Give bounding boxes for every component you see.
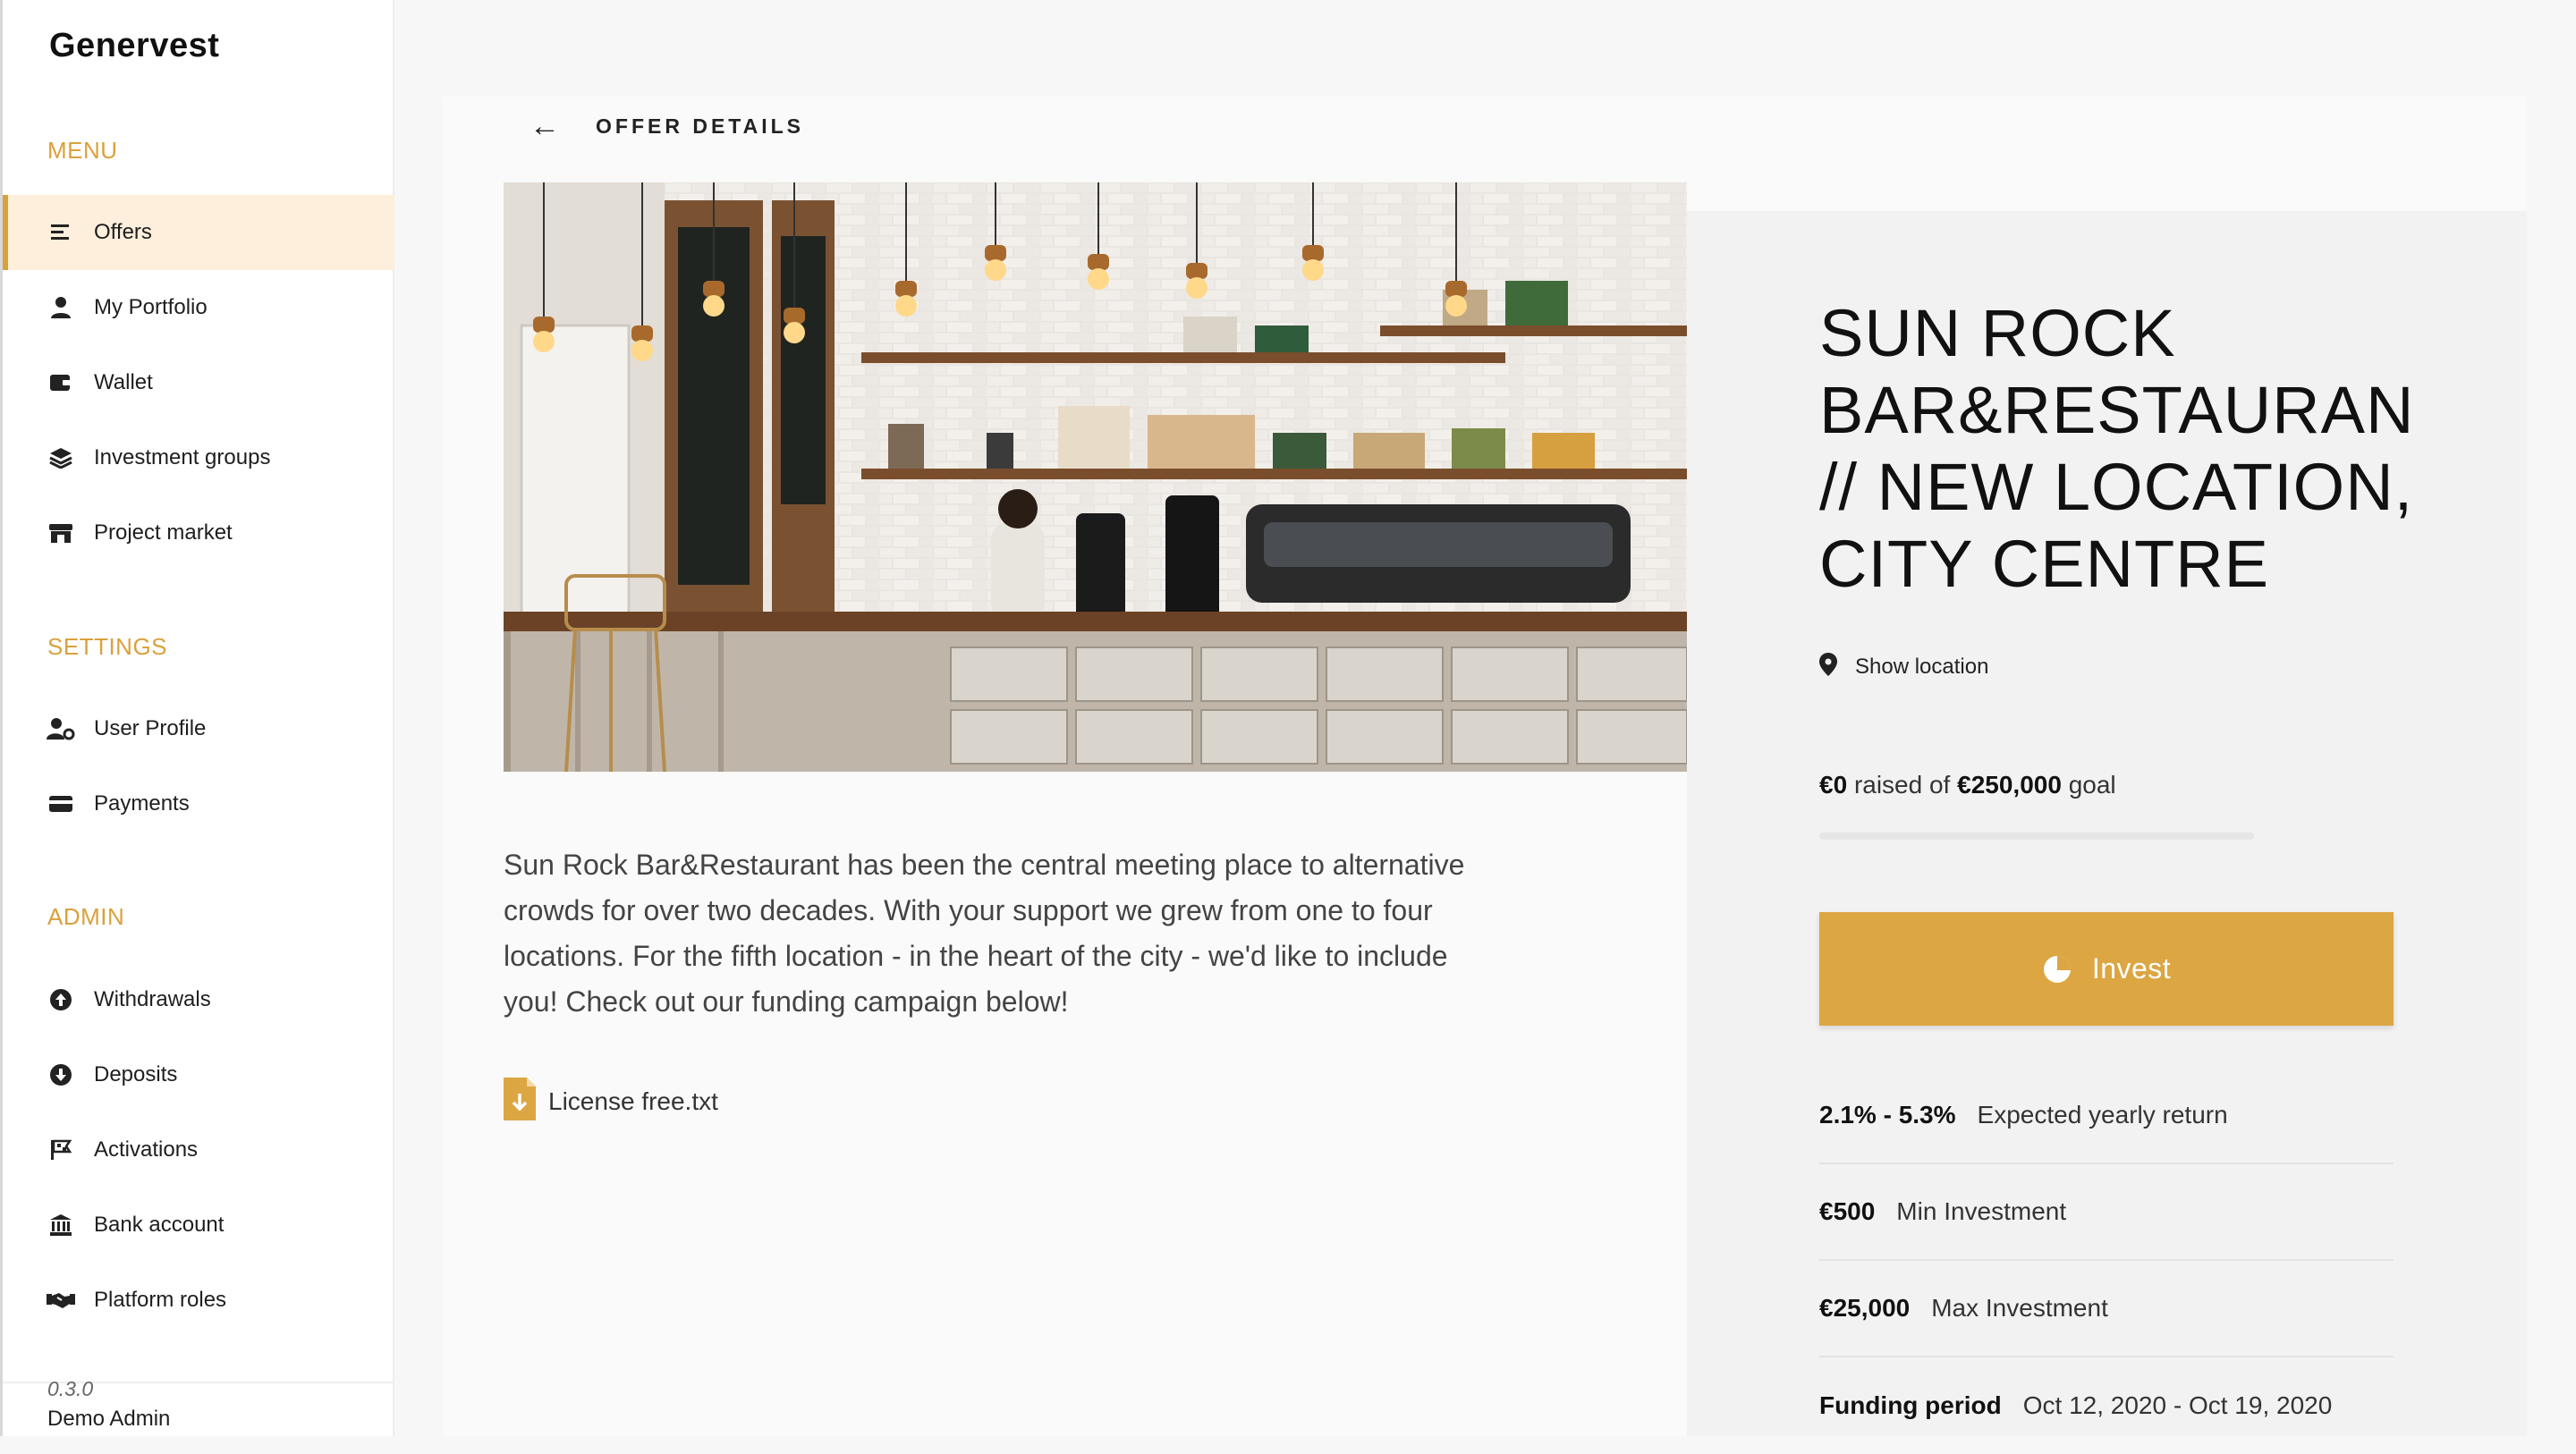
arrow-up-circle-icon: [46, 985, 76, 1015]
arrow-down-circle-icon: [46, 1060, 76, 1090]
back-arrow-icon[interactable]: ←: [530, 109, 560, 144]
flag-icon: [46, 1135, 76, 1165]
stat-max-investment: €25,000 Max Investment: [1819, 1261, 2394, 1357]
sidebar-item-withdrawals[interactable]: Withdrawals: [3, 962, 394, 1037]
sidebar-item-label: Wallet: [94, 370, 153, 394]
raised-text: raised of: [1853, 771, 1951, 799]
stat-value: €25,000: [1819, 1294, 1911, 1322]
goal-text: goal: [2068, 771, 2116, 799]
funding-progress-bar: [1819, 833, 2254, 840]
current-user-name[interactable]: Demo Admin: [47, 1407, 170, 1432]
raised-amount: €0: [1819, 771, 1848, 799]
invest-button[interactable]: Invest: [1819, 912, 2394, 1026]
sidebar-item-label: Platform roles: [94, 1288, 227, 1312]
sidebar-item-payments[interactable]: Payments: [3, 766, 394, 841]
handshake-icon: [46, 1285, 76, 1315]
sidebar-item-my-portfolio[interactable]: My Portfolio: [3, 270, 394, 345]
credit-card-icon: [46, 789, 76, 819]
settings-section-title: SETTINGS: [47, 633, 168, 660]
file-download-icon: [504, 1078, 536, 1125]
sidebar-item-label: My Portfolio: [94, 295, 208, 319]
stat-expected-return: 2.1% - 5.3% Expected yearly return: [1819, 1068, 2394, 1164]
sidebar-item-label: Activations: [94, 1137, 199, 1162]
show-location-label[interactable]: Show location: [1855, 655, 1988, 680]
stat-label: Expected yearly return: [1977, 1101, 2228, 1129]
admin-section-title: ADMIN: [47, 903, 125, 930]
attachment-link[interactable]: License free.txt: [504, 1078, 718, 1125]
user-icon: [46, 292, 76, 323]
stat-label: Oct 12, 2020 - Oct 19, 2020: [2022, 1391, 2333, 1419]
layers-icon: [46, 443, 76, 473]
wallet-icon: [46, 368, 76, 398]
sidebar-item-bank-account[interactable]: Bank account: [3, 1188, 394, 1263]
sidebar-item-platform-roles[interactable]: Platform roles: [3, 1263, 394, 1338]
sidebar-item-label: Bank account: [94, 1213, 225, 1237]
sidebar-item-offers[interactable]: Offers: [3, 195, 394, 270]
offer-title: SUN ROCK BAR&RESTAURAN // NEW LOCATION, …: [1819, 296, 2415, 601]
store-icon: [46, 518, 76, 548]
sidebar-item-label: Deposits: [94, 1062, 178, 1086]
page-title: OFFER DETAILS: [596, 114, 805, 138]
map-pin-icon: [1819, 653, 1837, 681]
pie-chart-icon: [2042, 954, 2072, 985]
goal-amount: €250,000: [1957, 771, 2062, 799]
sidebar-item-label: Project market: [94, 520, 233, 545]
stat-label: Max Investment: [1931, 1294, 2108, 1322]
stat-value: 2.1% - 5.3%: [1819, 1101, 1956, 1129]
sidebar-item-investment-groups[interactable]: Investment groups: [3, 420, 394, 495]
offer-description: Sun Rock Bar&Restaurant has been the cen…: [504, 849, 1465, 1018]
sidebar-item-wallet[interactable]: Wallet: [3, 345, 394, 420]
sidebar-item-activations[interactable]: Activations: [3, 1112, 394, 1188]
brand-logo[interactable]: Genervest: [49, 27, 219, 65]
stat-value: €500: [1819, 1197, 1876, 1225]
stat-label: Min Investment: [1896, 1197, 2067, 1225]
sidebar-item-label: User Profile: [94, 716, 207, 740]
bank-icon: [46, 1210, 76, 1240]
sidebar-item-label: Withdrawals: [94, 987, 211, 1011]
app-version: 0.3.0: [47, 1377, 94, 1400]
show-location-link[interactable]: Show location: [1819, 653, 1988, 681]
sidebar-item-label: Offers: [94, 220, 152, 244]
funding-progress-text: €0 raised of €250,000 goal: [1819, 771, 2116, 799]
page-header: ← OFFER DETAILS: [530, 109, 804, 144]
list-icon: [46, 217, 76, 248]
attachment-filename[interactable]: License free.txt: [548, 1087, 718, 1116]
sidebar-item-user-profile[interactable]: User Profile: [3, 691, 394, 766]
sidebar-item-label: Investment groups: [94, 445, 271, 469]
invest-button-label: Invest: [2091, 952, 2172, 985]
sidebar-item-project-market[interactable]: Project market: [3, 495, 394, 571]
stat-min-investment: €500 Min Investment: [1819, 1164, 2394, 1261]
sidebar-item-label: Payments: [94, 791, 190, 816]
offer-image: [504, 182, 1687, 772]
user-cog-icon: [46, 714, 76, 744]
sidebar: Genervest MENU Offers My Portfolio Walle…: [0, 0, 394, 1436]
menu-section-title: MENU: [47, 137, 118, 164]
stat-value: Funding period: [1819, 1391, 2002, 1419]
sidebar-item-deposits[interactable]: Deposits: [3, 1037, 394, 1112]
stat-funding-period: Funding period Oct 12, 2020 - Oct 19, 20…: [1819, 1357, 2394, 1454]
